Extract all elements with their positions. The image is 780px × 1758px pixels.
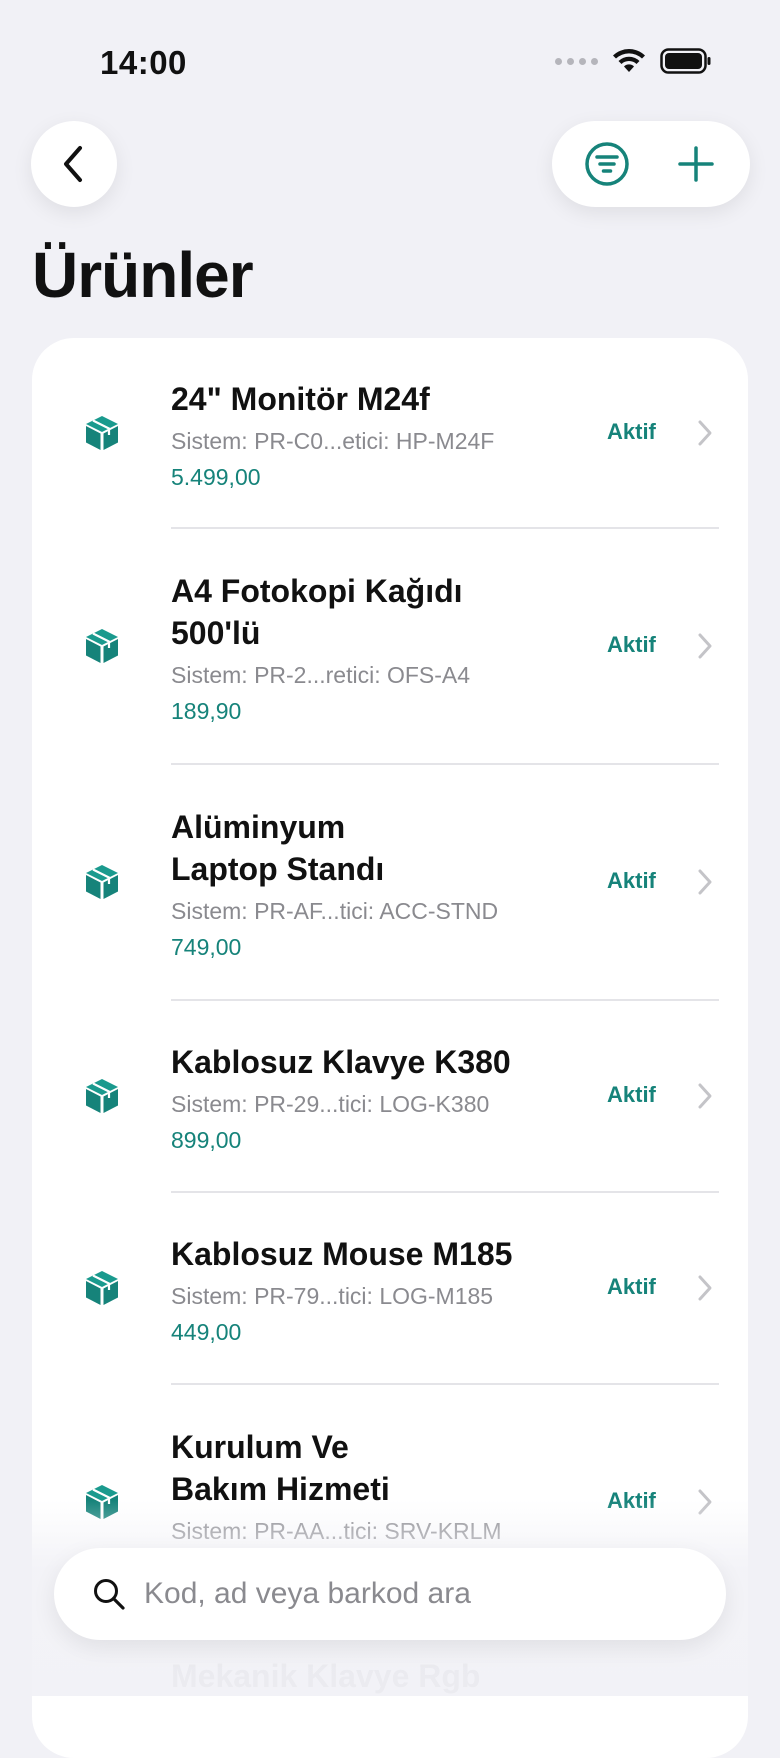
status-icons	[555, 48, 712, 74]
product-codes: Sistem: PR-29...tici: LOG-K380	[171, 1091, 490, 1117]
product-codes: Sistem: PR-AA...tici: SRV-KRLM	[171, 1518, 502, 1544]
status-time: 14:00	[100, 44, 187, 81]
box-icon	[86, 1271, 118, 1305]
box-icon	[86, 865, 118, 899]
product-name: Kablosuz Klavye K380	[171, 1041, 591, 1083]
chevron-right-icon	[698, 869, 712, 895]
product-price: 449,00	[171, 1319, 242, 1345]
list-item-peek-name: Mekanik Klavye Rgb	[171, 1658, 481, 1694]
product-name: Kurulum Ve Bakım Hizmeti	[171, 1426, 591, 1510]
list-item-text: 24" Monitör M24f Sistem: PR-C0...etici: H…	[171, 378, 591, 492]
product-name-line: 24" Monitör M24f	[171, 381, 430, 417]
product-name-line: 500'lü	[171, 615, 261, 651]
product-name-line: Kurulum Ve	[171, 1429, 349, 1465]
product-codes: Sistem: PR-C0...etici: HP-M24F	[171, 428, 495, 454]
list-item[interactable]: A4 Fotokopi Kağıdı 500'lü Sistem: PR-2...r…	[32, 528, 748, 764]
status-badge: Aktif	[607, 1488, 656, 1513]
chevron-right-icon	[698, 1489, 712, 1515]
box-icon	[86, 1485, 118, 1519]
product-name-line: Bakım Hizmeti	[171, 1471, 390, 1507]
product-price: 749,00	[171, 934, 242, 960]
box-icon	[86, 416, 118, 450]
product-name-line: Alüminyum	[171, 809, 346, 845]
product-codes: Sistem: PR-AF...tici: ACC-STND	[171, 898, 499, 924]
list-item[interactable]: 24" Monitör M24f Sistem: PR-C0...etici: H…	[32, 338, 748, 528]
battery-icon	[660, 48, 711, 74]
status-badge: Aktif	[607, 1082, 656, 1107]
header-actions	[552, 121, 750, 207]
plus-icon	[677, 146, 714, 182]
status-badge: Aktif	[607, 868, 656, 893]
status-badge: Aktif	[607, 1274, 656, 1299]
list-item-text: Alüminyum Laptop Standı Sistem: PR-AF...ti…	[171, 806, 591, 962]
list-item-text: Kablosuz Mouse M185 Sistem: PR-79...tici:…	[171, 1233, 591, 1347]
product-codes: Sistem: PR-79...tici: LOG-M185	[171, 1283, 494, 1309]
product-list: 24" Monitör M24f Sistem: PR-C0...etici: H…	[32, 338, 748, 1758]
box-icon	[86, 1079, 118, 1113]
list-item-text: Kablosuz Klavye K380 Sistem: PR-29...tici…	[171, 1041, 591, 1155]
list-item[interactable]: Kablosuz Mouse M185 Sistem: PR-79...tici:…	[32, 1192, 748, 1384]
search-bar[interactable]	[54, 1548, 726, 1640]
product-name-line: A4 Fotokopi Kağıdı	[171, 573, 463, 609]
product-name: A4 Fotokopi Kağıdı 500'lü	[171, 570, 591, 654]
product-name: Alüminyum Laptop Standı	[171, 806, 591, 890]
status-badge: Aktif	[607, 419, 656, 444]
product-name-line: Kablosuz Klavye K380	[171, 1044, 511, 1080]
product-name: 24" Monitör M24f	[171, 378, 591, 420]
search-input[interactable]	[142, 1576, 706, 1612]
list-item[interactable]: Kablosuz Klavye K380 Sistem: PR-29...tici…	[32, 1000, 748, 1192]
search-icon	[94, 1579, 125, 1610]
chevron-right-icon	[698, 1275, 712, 1301]
filter-button[interactable]	[567, 124, 647, 204]
chevron-left-icon	[64, 146, 82, 182]
product-name: Kablosuz Mouse M185	[171, 1233, 591, 1275]
product-price: 899,00	[171, 1127, 242, 1153]
filter-icon	[584, 142, 629, 186]
product-codes: Sistem: PR-2...retici: OFS-A4	[171, 662, 471, 688]
cellular-signal-icon	[555, 57, 598, 65]
list-item-text: A4 Fotokopi Kağıdı 500'lü Sistem: PR-2...r…	[171, 570, 591, 726]
status-bar: 14:00	[0, 0, 780, 110]
wifi-icon	[613, 49, 645, 72]
product-price: 5.499,00	[171, 464, 261, 490]
product-name-line: Kablosuz Mouse M185	[171, 1236, 513, 1272]
box-icon	[86, 629, 118, 663]
status-badge: Aktif	[607, 632, 656, 657]
chevron-right-icon	[698, 1083, 712, 1109]
list-item[interactable]: Alüminyum Laptop Standı Sistem: PR-AF...ti…	[32, 764, 748, 1000]
page-title: Ürünler	[32, 239, 254, 311]
product-price: 189,90	[171, 698, 242, 724]
add-product-button[interactable]	[656, 124, 736, 204]
product-name-line: Laptop Standı	[171, 851, 385, 887]
chevron-right-icon	[698, 420, 712, 446]
chevron-right-icon	[698, 633, 712, 659]
back-button[interactable]	[31, 121, 117, 207]
